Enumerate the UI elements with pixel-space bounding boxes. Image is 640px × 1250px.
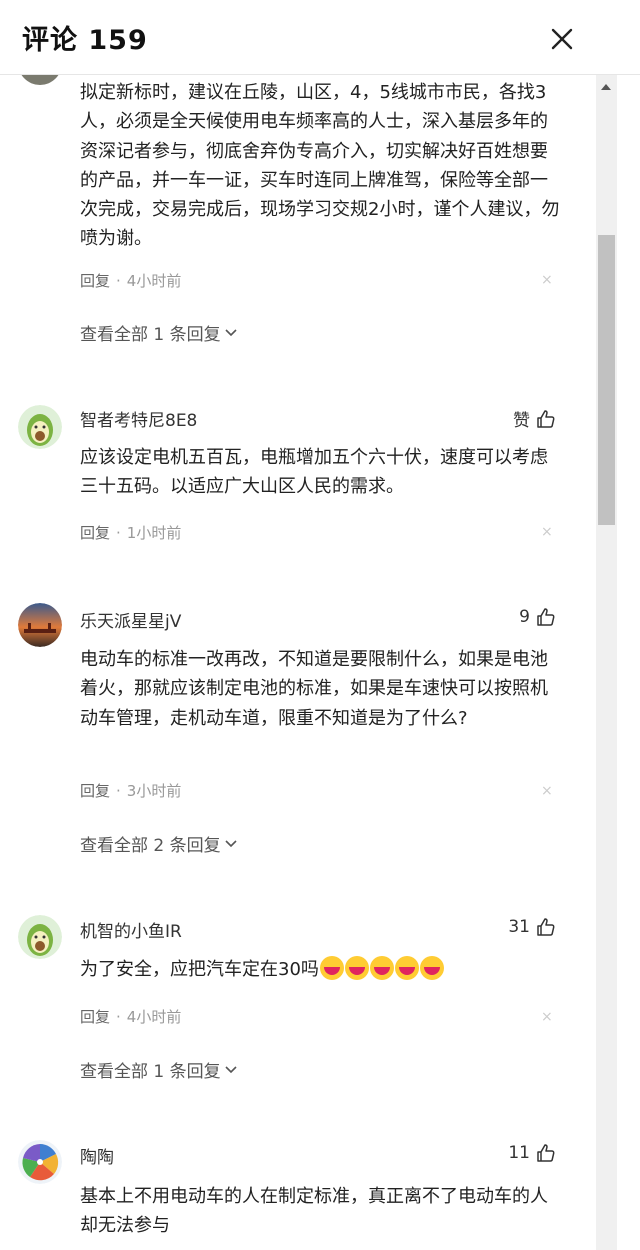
- scroll-up-arrow-icon[interactable]: [601, 84, 611, 90]
- comment-text: 拟定新标时，建议在丘陵，山区，4，5线城市市民，各找3人，必须是全天候使用电车频…: [80, 82, 560, 250]
- avatar[interactable]: [18, 1140, 62, 1184]
- username[interactable]: 乐天派星星jV: [80, 607, 181, 632]
- chevron-down-icon: [225, 328, 237, 336]
- laughing-emoji-icon: [319, 956, 444, 980]
- chevron-down-icon: [225, 839, 237, 847]
- like-button[interactable]: 11: [436, 1143, 556, 1163]
- timestamp: 1小时前: [126, 524, 182, 542]
- like-button[interactable]: 9: [436, 607, 556, 627]
- username[interactable]: 智者考特尼8E8: [80, 406, 197, 431]
- comment-meta: 回复 · 1小时前: [80, 524, 182, 542]
- page-edge: [617, 75, 640, 1250]
- comment-meta: 回复 · 3小时前: [80, 782, 182, 800]
- timestamp: 3小时前: [126, 782, 182, 800]
- like-count: 赞: [513, 411, 530, 431]
- thumbs-up-icon: [537, 608, 555, 626]
- username[interactable]: 陶陶: [80, 1143, 114, 1168]
- timestamp: 4小时前: [126, 272, 182, 290]
- like-count: 9: [519, 607, 530, 627]
- like-count: 31: [508, 917, 530, 937]
- view-all-replies-button[interactable]: 查看全部 1 条回复: [80, 1057, 237, 1082]
- reply-button[interactable]: 回复: [80, 272, 110, 290]
- like-button[interactable]: 31: [436, 917, 556, 937]
- view-all-replies-button[interactable]: 查看全部 2 条回复: [80, 831, 237, 856]
- comment-text: 应该设定电机五百瓦，电瓶增加五个六十伏，速度可以考虑三十五码。以适应广大山区人民…: [80, 447, 548, 498]
- scrollbar-thumb[interactable]: [598, 235, 615, 525]
- close-icon[interactable]: [545, 22, 579, 56]
- reply-button[interactable]: 回复: [80, 782, 110, 800]
- dismiss-icon[interactable]: ×: [541, 524, 553, 540]
- comment-list[interactable]: 拟定新标时，建议在丘陵，山区，4，5线城市市民，各找3人，必须是全天候使用电车频…: [0, 75, 596, 1250]
- avatar[interactable]: [18, 75, 62, 85]
- scrollbar[interactable]: [596, 75, 617, 1250]
- chevron-down-icon: [225, 1065, 237, 1073]
- dismiss-icon[interactable]: ×: [541, 272, 553, 288]
- username[interactable]: 机智的小鱼IR: [80, 917, 182, 942]
- thumbs-up-icon: [537, 918, 555, 936]
- comment-text: 基本上不用电动车的人在制定标准，真正离不了电动车的人却无法参与: [80, 1186, 548, 1237]
- dismiss-icon[interactable]: ×: [541, 783, 553, 799]
- comments-header: 评论 159: [0, 0, 640, 75]
- comment-text: 为了安全，应把汽车定在30吗: [80, 955, 560, 984]
- page-title: 评论 159: [22, 25, 148, 56]
- comment-text: 电动车的标准一改再改，不知道是要限制什么，如果是电池着火，那就应该制定电池的标准…: [80, 649, 548, 729]
- avatar[interactable]: [18, 603, 62, 647]
- like-count: 11: [508, 1143, 530, 1163]
- avatar[interactable]: [18, 915, 62, 959]
- reply-button[interactable]: 回复: [80, 524, 110, 542]
- comment-meta: 回复 · 4小时前: [80, 1008, 182, 1026]
- timestamp: 4小时前: [126, 1008, 182, 1026]
- view-all-replies-button[interactable]: 查看全部 1 条回复: [80, 320, 237, 345]
- avatar[interactable]: [18, 405, 62, 449]
- like-button[interactable]: 赞: [436, 406, 556, 431]
- dismiss-icon[interactable]: ×: [541, 1009, 553, 1025]
- reply-button[interactable]: 回复: [80, 1008, 110, 1026]
- comment-meta: 回复 · 4小时前: [80, 272, 182, 290]
- thumbs-up-icon: [537, 409, 555, 428]
- thumbs-up-icon: [537, 1144, 555, 1162]
